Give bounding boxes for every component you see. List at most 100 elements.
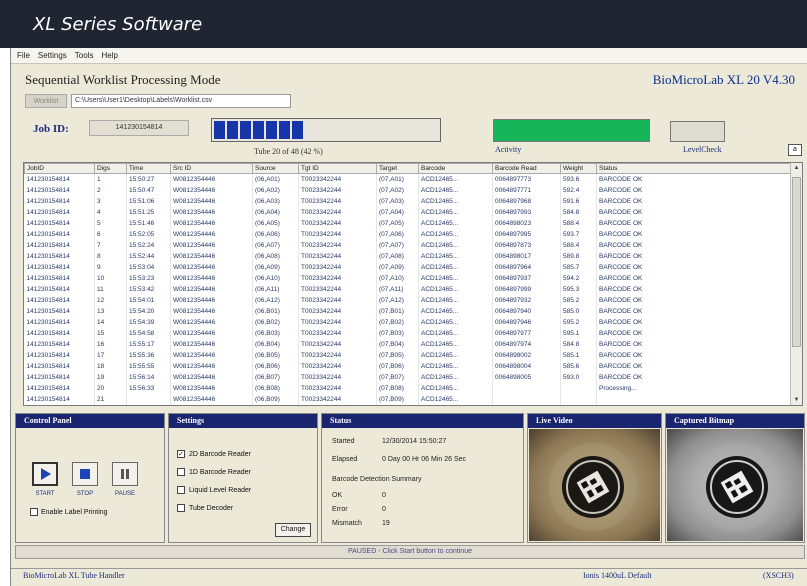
table-cell: T0023342244 [298,283,377,295]
table-row[interactable]: 141230154814 16 15:55:17 W0812354446 (06,B04… [24,338,791,350]
scroll-down-icon[interactable]: ▼ [791,395,802,405]
table-cell: BARCODE OK [596,173,791,185]
table-cell: 591.6 [560,195,597,207]
table-cell: 15:55:17 [126,338,171,350]
table-cell: BARCODE OK [596,261,791,273]
table-cell: (06,B09) [252,393,299,405]
column-header[interactable]: Src ID [170,163,253,174]
table-cell: 0064897932 [492,294,561,306]
play-icon [41,468,51,480]
table-cell: BARCODE OK [596,239,791,251]
column-header[interactable]: JobID [24,163,95,174]
menu-bar: File Settings Tools Help [11,48,807,64]
checkbox-2d-barcode[interactable]: ✓ [177,450,185,458]
table-cell: (07,A12) [376,294,419,306]
table-row[interactable]: 141230154814 15 15:54:58 W0812354446 (06,B03… [24,327,791,339]
table-cell: 18 [94,360,127,372]
menu-file[interactable]: File [13,51,34,60]
change-button[interactable]: Change [275,523,311,537]
table-row[interactable]: 141230154814 6 15:52:05 W0812354446 (06,A06)… [24,228,791,240]
table-row[interactable]: 141230154814 4 15:51:25 W0812354446 (06,A04)… [24,206,791,218]
level-check-checkbox[interactable]: a [788,144,802,156]
table-cell: ACD12465... [418,239,493,251]
enable-label-printing-checkbox[interactable]: Enable Label Printing [30,508,108,516]
table-cell: 141230154814 [24,250,95,262]
table-cell: (06,A10) [252,272,299,284]
column-header[interactable]: Time [126,163,171,174]
table-header-row: JobID Digs Time Src ID Source Tgt ID Target Bar… [24,163,791,174]
start-button[interactable] [32,462,58,486]
table-cell: T0023342244 [298,228,377,240]
table-cell: 0064898023 [492,217,561,229]
column-header[interactable]: Digs [94,163,127,174]
column-header[interactable]: Source [252,163,299,174]
pause-button[interactable] [112,462,138,486]
table-row[interactable]: 141230154814 9 15:53:04 W0812354446 (06,A09)… [24,261,791,273]
setting-liquid-level-reader[interactable]: Liquid Level Reader [177,486,251,494]
table-cell: 0064897964 [492,261,561,273]
table-row[interactable]: 141230154814 2 15:50:47 W0812354446 (06,A02)… [24,184,791,196]
menu-settings[interactable]: Settings [34,51,71,60]
scrollbar-thumb[interactable] [792,177,801,347]
table-cell: 0064898002 [492,349,561,361]
table-row[interactable]: 141230154814 7 15:52:24 W0812354446 (06,A07)… [24,239,791,251]
menu-tools[interactable]: Tools [71,51,98,60]
table-cell: T0023342244 [298,360,377,372]
table-cell: 585.1 [560,349,597,361]
table-row[interactable]: 141230154814 1 15:50:27 W0812354446 (06,A01)… [24,173,791,185]
table-cell: ACD12465... [418,173,493,185]
column-header[interactable]: Weight [560,163,597,174]
worklist-button[interactable]: Worklist [25,94,67,108]
stop-button[interactable] [72,462,98,486]
table-cell: W0812354446 [170,294,253,306]
table-row[interactable]: 141230154814 17 15:55:36 W0812354446 (06,B05… [24,349,791,361]
table-cell: ACD12465... [418,195,493,207]
table-cell: 593.6 [560,173,597,185]
setting-tube-decoder[interactable]: Tube Decoder [177,504,233,512]
table-row[interactable]: 141230154814 12 15:54:01 W0812354446 (06,A12… [24,294,791,306]
status-title: Status [322,414,523,428]
column-header[interactable]: Target [376,163,419,174]
table-row[interactable]: 141230154814 18 15:55:55 W0812354446 (06,B06… [24,360,791,372]
table-cell: (06,A03) [252,195,299,207]
table-row[interactable]: 141230154814 5 15:51:46 W0812354446 (06,A05)… [24,217,791,229]
setting-label: Liquid Level Reader [189,486,252,494]
table-cell: 0064898017 [492,250,561,262]
status-bar-device: (XSCH3) [763,571,794,580]
elapsed-value: 0 Day 00 Hr 06 Min 26 Sec [382,456,467,463]
column-header[interactable]: Status [596,163,791,174]
menu-help[interactable]: Help [97,51,121,60]
table-row[interactable]: 141230154814 20 15:56:33 W0812354446 (06,B08… [24,382,791,394]
column-header[interactable]: Barcode [418,163,493,174]
worklist-path-field[interactable]: C:\Users\User1\Desktop\Labels\Worklist.c… [71,94,291,108]
setting-1d-barcode-reader[interactable]: 1D Barcode Reader [177,468,251,476]
checkbox-liquid-level[interactable] [177,486,185,494]
table-scrollbar[interactable]: ▲ ▼ [790,163,802,405]
column-header[interactable]: Tgt ID [298,163,377,174]
table-row[interactable]: 141230154814 3 15:51:06 W0812354446 (06,A03)… [24,195,791,207]
setting-2d-barcode-reader[interactable]: ✓ 2D Barcode Reader [177,450,251,458]
scroll-up-icon[interactable]: ▲ [791,163,802,173]
checkbox-tube-decoder[interactable] [177,504,185,512]
captured-bitmap-panel: Captured Bitmap [665,413,805,543]
table-cell: 0064897940 [492,305,561,317]
table-row[interactable]: 141230154814 10 15:53:23 W0812354446 (06,A10… [24,272,791,284]
table-row[interactable]: 141230154814 11 15:53:42 W0812354446 (06,A11… [24,283,791,295]
stop-icon [80,469,90,479]
checkbox-1d-barcode[interactable] [177,468,185,476]
activity-indicator [493,119,650,142]
table-cell: (07,A05) [376,217,419,229]
table-row[interactable]: 141230154814 8 15:52:44 W0812354446 (06,A08)… [24,250,791,262]
column-header[interactable]: Barcode Read [492,163,561,174]
table-row[interactable]: 141230154814 13 15:54:20 W0812354446 (06,B01… [24,305,791,317]
table-row[interactable]: 141230154814 19 15:56:14 W0812354446 (06,B07… [24,371,791,383]
table-row[interactable]: 141230154814 14 15:54:39 W0812354446 (06,B02… [24,316,791,328]
live-video-panel: Live Video [527,413,662,543]
checkbox-box[interactable] [30,508,38,516]
table-cell [126,393,171,405]
table-cell: 585.6 [560,360,597,372]
table-cell: 0064897993 [492,206,561,218]
table-cell: 0064897968 [492,195,561,207]
table-row[interactable]: 141230154814 21 W0812354446 (06,B09) T002334… [24,393,791,405]
table-cell: 15:50:47 [126,184,171,196]
